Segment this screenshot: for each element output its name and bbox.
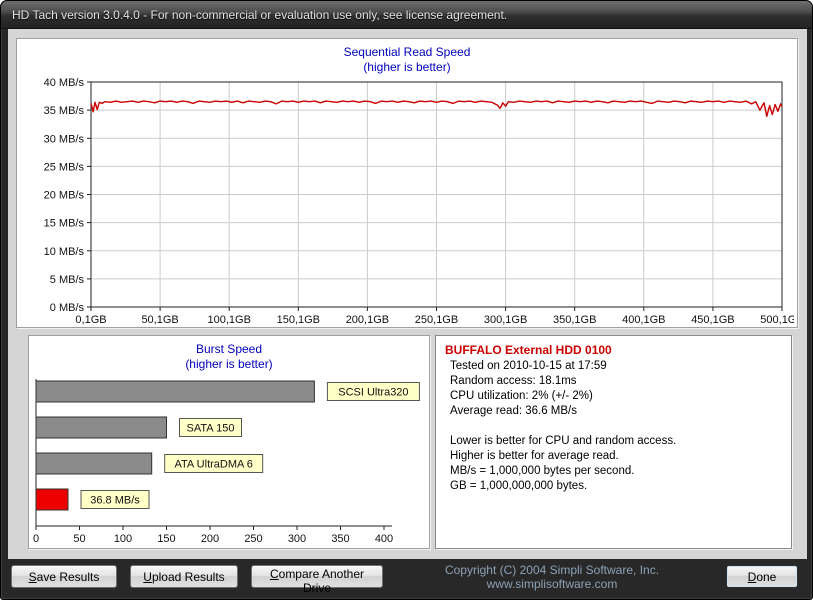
svg-text:0 MB/s: 0 MB/s (49, 302, 84, 314)
window-title: HD Tach version 3.0.4.0 - For non-commer… (12, 7, 508, 22)
sequential-chart-subtitle: (higher is better) (363, 60, 451, 74)
svg-text:100,1GB: 100,1GB (207, 314, 250, 326)
svg-text:36.8 MB/s: 36.8 MB/s (90, 495, 140, 507)
svg-text:350: 350 (331, 533, 349, 545)
titlebar[interactable]: HD Tach version 3.0.4.0 - For non-commer… (1, 1, 812, 29)
svg-text:ATA UltraDMA 6: ATA UltraDMA 6 (174, 459, 252, 471)
sequential-read-panel: Sequential Read Speed (higher is better)… (16, 38, 798, 328)
svg-text:20 MB/s: 20 MB/s (43, 190, 84, 202)
svg-text:30 MB/s: 30 MB/s (43, 133, 84, 145)
compare-another-drive-button[interactable]: Compare Another Drive (251, 565, 383, 595)
svg-text:25 MB/s: 25 MB/s (43, 161, 84, 173)
svg-text:300: 300 (288, 533, 306, 545)
info-line: Random access: 18.1ms (450, 375, 577, 387)
svg-text:250,1GB: 250,1GB (414, 314, 457, 326)
svg-text:450,1GB: 450,1GB (691, 314, 734, 326)
copyright-text: Copyright (C) 2004 Simpli Software, Inc.… (444, 562, 660, 591)
info-line: GB = 1,000,000,000 bytes. (450, 480, 588, 492)
info-line: CPU utilization: 2% (+/- 2%) (450, 390, 593, 402)
svg-text:50,1GB: 50,1GB (141, 314, 178, 326)
done-button[interactable]: Done (726, 565, 798, 588)
svg-text:SCSI Ultra320: SCSI Ultra320 (338, 387, 408, 399)
svg-text:10 MB/s: 10 MB/s (43, 246, 84, 258)
footer-bar: Save Results Upload Results Compare Anot… (8, 560, 807, 595)
svg-text:0: 0 (33, 533, 39, 545)
info-line: MB/s = 1,000,000 bytes per second. (450, 465, 635, 477)
svg-text:350,1GB: 350,1GB (552, 314, 595, 326)
svg-text:200: 200 (201, 533, 219, 545)
info-line: Higher is better for average read. (450, 450, 619, 462)
drive-info-lines: Tested on 2010-10-15 at 17:59 Random acce… (436, 359, 791, 494)
svg-text:50: 50 (73, 533, 85, 545)
svg-text:5 MB/s: 5 MB/s (49, 274, 84, 286)
info-line (436, 419, 791, 434)
svg-text:250: 250 (244, 533, 262, 545)
burst-speed-panel: Burst Speed (higher is better) 0 50 100 150… (28, 335, 430, 549)
svg-text:0,1GB: 0,1GB (75, 314, 106, 326)
sequential-read-chart: 40 MB/s 35 MB/s 30 MB/s 25 MB/s 20 MB/s 15 MB… (43, 77, 794, 326)
svg-text:200,1GB: 200,1GB (345, 314, 388, 326)
info-line: Tested on 2010-10-15 at 17:59 (450, 360, 607, 372)
info-line: Average read: 36.6 MB/s (450, 405, 577, 417)
svg-text:35 MB/s: 35 MB/s (43, 105, 84, 117)
info-line: Lower is better for CPU and random acces… (450, 435, 677, 447)
svg-text:400,1GB: 400,1GB (622, 314, 665, 326)
drive-name: BUFFALO External HDD 0100 (445, 343, 612, 357)
svg-text:40 MB/s: 40 MB/s (43, 77, 84, 89)
svg-text:150,1GB: 150,1GB (276, 314, 319, 326)
upload-results-button[interactable]: Upload Results (130, 565, 238, 588)
svg-text:100: 100 (114, 533, 132, 545)
main-content: Sequential Read Speed (higher is better)… (8, 29, 807, 559)
svg-text:SATA 150: SATA 150 (187, 423, 235, 435)
drive-info-panel: BUFFALO External HDD 0100 Tested on 2010… (435, 335, 792, 549)
app-window: HD Tach version 3.0.4.0 - For non-commer… (0, 0, 813, 600)
svg-text:400: 400 (375, 533, 393, 545)
burst-chart-subtitle: (higher is better) (185, 357, 273, 371)
svg-text:300,1GB: 300,1GB (483, 314, 526, 326)
svg-text:500,1GB: 500,1GB (760, 314, 794, 326)
burst-chart-title: Burst Speed (195, 342, 263, 356)
save-results-button[interactable]: Save Results (11, 565, 117, 588)
burst-speed-chart: 0 50 100 150 200 250 300 350 400 SCSI Ultra320 SAT… (33, 379, 420, 545)
sequential-chart-title: Sequential Read Speed (343, 45, 471, 59)
svg-text:150: 150 (157, 533, 175, 545)
svg-text:15 MB/s: 15 MB/s (43, 218, 84, 230)
